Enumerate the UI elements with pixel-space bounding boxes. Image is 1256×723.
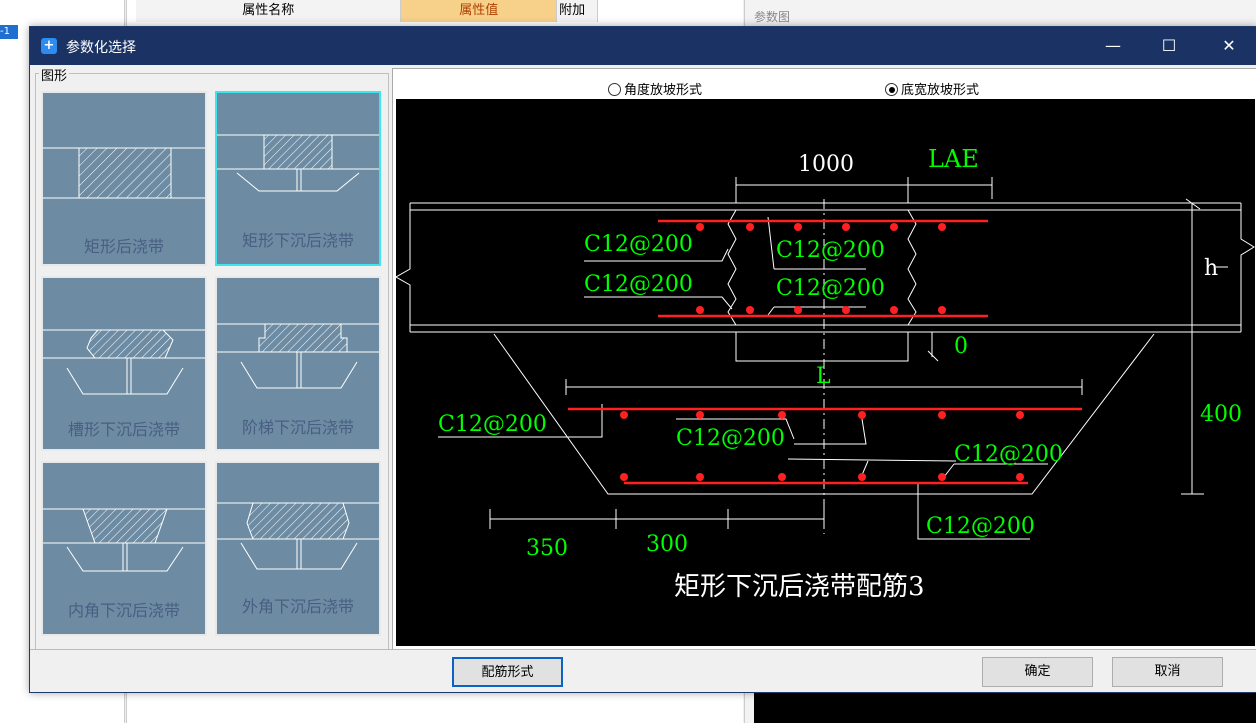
shape-option-step-sunken[interactable]: 阶梯下沉后浇带 — [215, 276, 381, 451]
radio-label: 底宽放坡形式 — [901, 83, 980, 98]
dialog-titlebar[interactable]: + 参数化选择 — ☐ ✕ — [30, 27, 1256, 65]
header-property-name: 属性名称 — [136, 0, 402, 22]
radio-label: 角度放坡形式 — [624, 83, 703, 98]
minimize-button[interactable]: — — [1085, 27, 1141, 65]
rebar-label: C12@200 — [776, 238, 885, 263]
property-table-header: 属性名称 属性值 附加 — [136, 0, 598, 22]
dim-depth: 400 — [1200, 402, 1242, 427]
rebar-label: C12@200 — [584, 232, 693, 257]
rebar-label: C12@200 — [776, 276, 885, 301]
header-property-value: 属性值 — [401, 0, 558, 22]
dim-top-width: 1000 — [798, 152, 854, 177]
app-icon: + — [41, 38, 57, 54]
ok-button[interactable]: 确定 — [982, 657, 1093, 687]
shape-option-rect[interactable]: 矩形后浇带 — [41, 91, 207, 266]
shape-group-label: 图形 — [39, 65, 70, 84]
cancel-button[interactable]: 取消 — [1112, 657, 1223, 687]
parameter-panel-title: 参数图 — [754, 10, 791, 24]
rebar-label: C12@200 — [926, 514, 1035, 539]
shape-option-label: 外角下沉后浇带 — [241, 597, 354, 616]
dialog-title: 参数化选择 — [66, 40, 136, 56]
shape-option-outer-angle-sunken[interactable]: 外角下沉后浇带 — [215, 461, 381, 636]
rebar-drawing-canvas[interactable]: 1000 LAE h 0 L 400 350 300 C12@200 C12@2… — [394, 99, 1255, 646]
dim-300: 300 — [646, 532, 688, 557]
rebar-label: C12@200 — [954, 442, 1063, 467]
close-button[interactable]: ✕ — [1201, 27, 1256, 65]
drawing-caption: 矩形下沉后浇带配筋3 — [674, 572, 925, 602]
shape-option-label: 槽形下沉后浇带 — [67, 420, 180, 439]
shape-option-label: 阶梯下沉后浇带 — [241, 418, 354, 437]
rebar-label: C12@200 — [584, 272, 693, 297]
shape-option-inner-angle-sunken[interactable]: 内角下沉后浇带 — [41, 461, 207, 636]
radio-circle-checked-icon — [885, 83, 898, 96]
footer-divider — [30, 649, 1256, 650]
dim-L: L — [816, 364, 831, 389]
dim-lae: LAE — [928, 145, 979, 173]
maximize-button[interactable]: ☐ — [1141, 27, 1197, 65]
parameter-panel-canvas — [754, 690, 1256, 723]
shape-option-label: 内角下沉后浇带 — [67, 601, 180, 620]
rebar-label: C12@200 — [676, 426, 785, 451]
shape-option-label: 矩形下沉后浇带 — [241, 231, 354, 250]
shape-option-label: 矩形后浇带 — [83, 237, 164, 256]
radio-angle-slope[interactable]: 角度放坡形式 — [608, 79, 702, 98]
shape-option-rect-sunken[interactable]: 矩形下沉后浇带 — [215, 91, 381, 266]
shape-option-groove-sunken[interactable]: 槽形下沉后浇带 — [41, 276, 207, 451]
dim-h: h — [1204, 256, 1218, 281]
radio-bottom-width-slope[interactable]: 底宽放坡形式 — [885, 79, 979, 98]
dim-zero: 0 — [954, 334, 968, 359]
rebar-label: C12@200 — [438, 412, 547, 437]
dim-350: 350 — [526, 536, 568, 561]
header-extra: 附加 — [557, 0, 598, 22]
radio-circle-icon — [608, 83, 621, 96]
background-selected-item[interactable]: -1 — [0, 25, 18, 39]
rebar-drawing: 1000 LAE h 0 L 400 350 300 C12@200 C12@2… — [394, 145, 1255, 602]
parametric-selection-dialog: + 参数化选择 — ☐ ✕ 图形 矩形后浇带 矩形下沉后浇带 槽形下沉后浇带 阶… — [29, 26, 1256, 693]
rebar-form-button[interactable]: 配筋形式 — [452, 657, 563, 687]
